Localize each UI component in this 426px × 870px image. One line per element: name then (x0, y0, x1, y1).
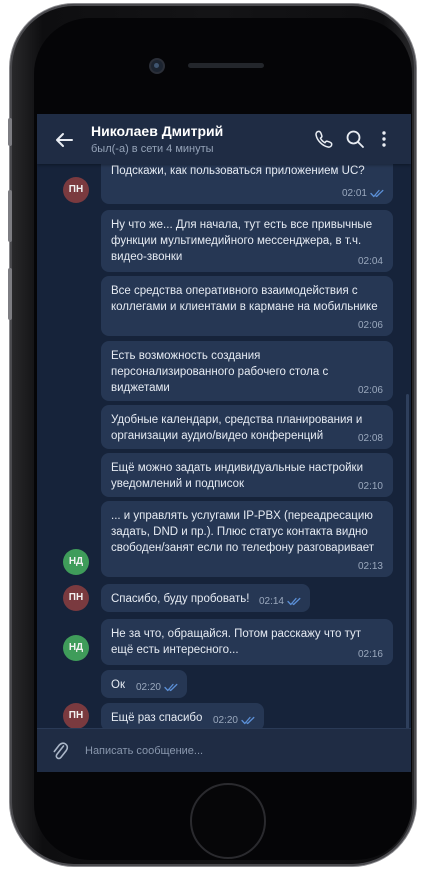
message-time: 02:06 (357, 320, 383, 331)
message-bubble[interactable]: Ещё раз спасибо 02:20 (101, 703, 264, 728)
message-time: 02:08 (357, 433, 383, 444)
message-text: Ну что же... Для начала, тут есть все пр… (111, 219, 373, 263)
back-arrow-icon[interactable] (53, 129, 75, 151)
double-check-icon (370, 189, 384, 198)
avatar-pn[interactable]: ПН (63, 585, 89, 611)
message-bubble[interactable]: Подскажи, как пользоваться приложением U… (101, 164, 393, 204)
message-bubble[interactable]: Ок 02:20 (101, 670, 187, 698)
contact-name[interactable]: Николаев Дмитрий (91, 123, 223, 139)
paperclip-icon[interactable] (51, 740, 69, 762)
message-bubble[interactable]: Удобные календари, средства планирования… (101, 405, 393, 449)
message-time: 02:01 (341, 188, 367, 199)
earpiece-speaker (188, 63, 264, 68)
front-camera (151, 60, 163, 72)
chat-header: Николаев Дмитрий был(-а) в сети 4 минуты (37, 114, 411, 164)
chat-screen: Николаев Дмитрий был(-а) в сети 4 минуты… (37, 114, 411, 772)
message-time: 02:13 (357, 561, 383, 572)
volume-down-button (8, 268, 12, 320)
scrollbar[interactable] (406, 394, 409, 728)
double-check-icon (241, 716, 255, 725)
double-check-icon (287, 597, 301, 606)
message-bubble[interactable]: Не за что, обращайся. Потом расскажу что… (101, 619, 393, 665)
message-bubble[interactable]: Есть возможность создания персонализиров… (101, 341, 393, 401)
message-time: 02:14 (258, 596, 284, 607)
message-bubble[interactable]: Ну что же... Для начала, тут есть все пр… (101, 210, 393, 272)
message-text: Все средства оперативного взаимодействия… (111, 285, 378, 313)
message-text: ... и управлять услугами IP-PBX (переадр… (111, 510, 375, 554)
message-bubble[interactable]: ... и управлять услугами IP-PBX (переадр… (101, 501, 393, 577)
avatar-nd[interactable]: НД (63, 549, 89, 575)
message-text: Есть возможность создания персонализиров… (111, 350, 329, 394)
message-time: 02:20 (135, 682, 161, 693)
home-button[interactable] (190, 783, 266, 859)
double-check-icon (164, 683, 178, 692)
message-time: 02:20 (212, 715, 238, 726)
message-text: Удобные календари, средства планирования… (111, 414, 363, 442)
phone-icon[interactable] (313, 128, 335, 150)
volume-up-button (8, 190, 12, 242)
contact-status: был(-а) в сети 4 минуты (91, 143, 214, 155)
message-bubble[interactable]: Ещё можно задать индивидуальные настройк… (101, 453, 393, 497)
message-time: 02:16 (357, 649, 383, 660)
message-time: 02:06 (357, 385, 383, 396)
message-text: Подскажи, как пользоваться приложением U… (111, 165, 365, 177)
message-bubble[interactable]: Все средства оперативного взаимодействия… (101, 276, 393, 336)
message-composer (37, 728, 411, 772)
more-vert-icon[interactable] (373, 128, 395, 150)
avatar-nd[interactable]: НД (63, 635, 89, 661)
avatar-pn[interactable]: ПН (63, 177, 89, 203)
message-input[interactable] (83, 739, 387, 763)
message-bubble[interactable]: Спасибо, буду пробовать! 02:14 (101, 584, 310, 612)
mute-switch (8, 118, 12, 146)
message-list[interactable]: Подскажи, как пользоваться приложением U… (37, 164, 411, 728)
search-icon[interactable] (344, 128, 366, 150)
message-time: 02:10 (357, 481, 383, 492)
avatar-pn[interactable]: ПН (63, 703, 89, 728)
message-text: Ещё можно задать индивидуальные настройк… (111, 462, 364, 490)
message-text: Не за что, обращайся. Потом расскажу что… (111, 628, 362, 656)
message-time: 02:04 (357, 256, 383, 267)
